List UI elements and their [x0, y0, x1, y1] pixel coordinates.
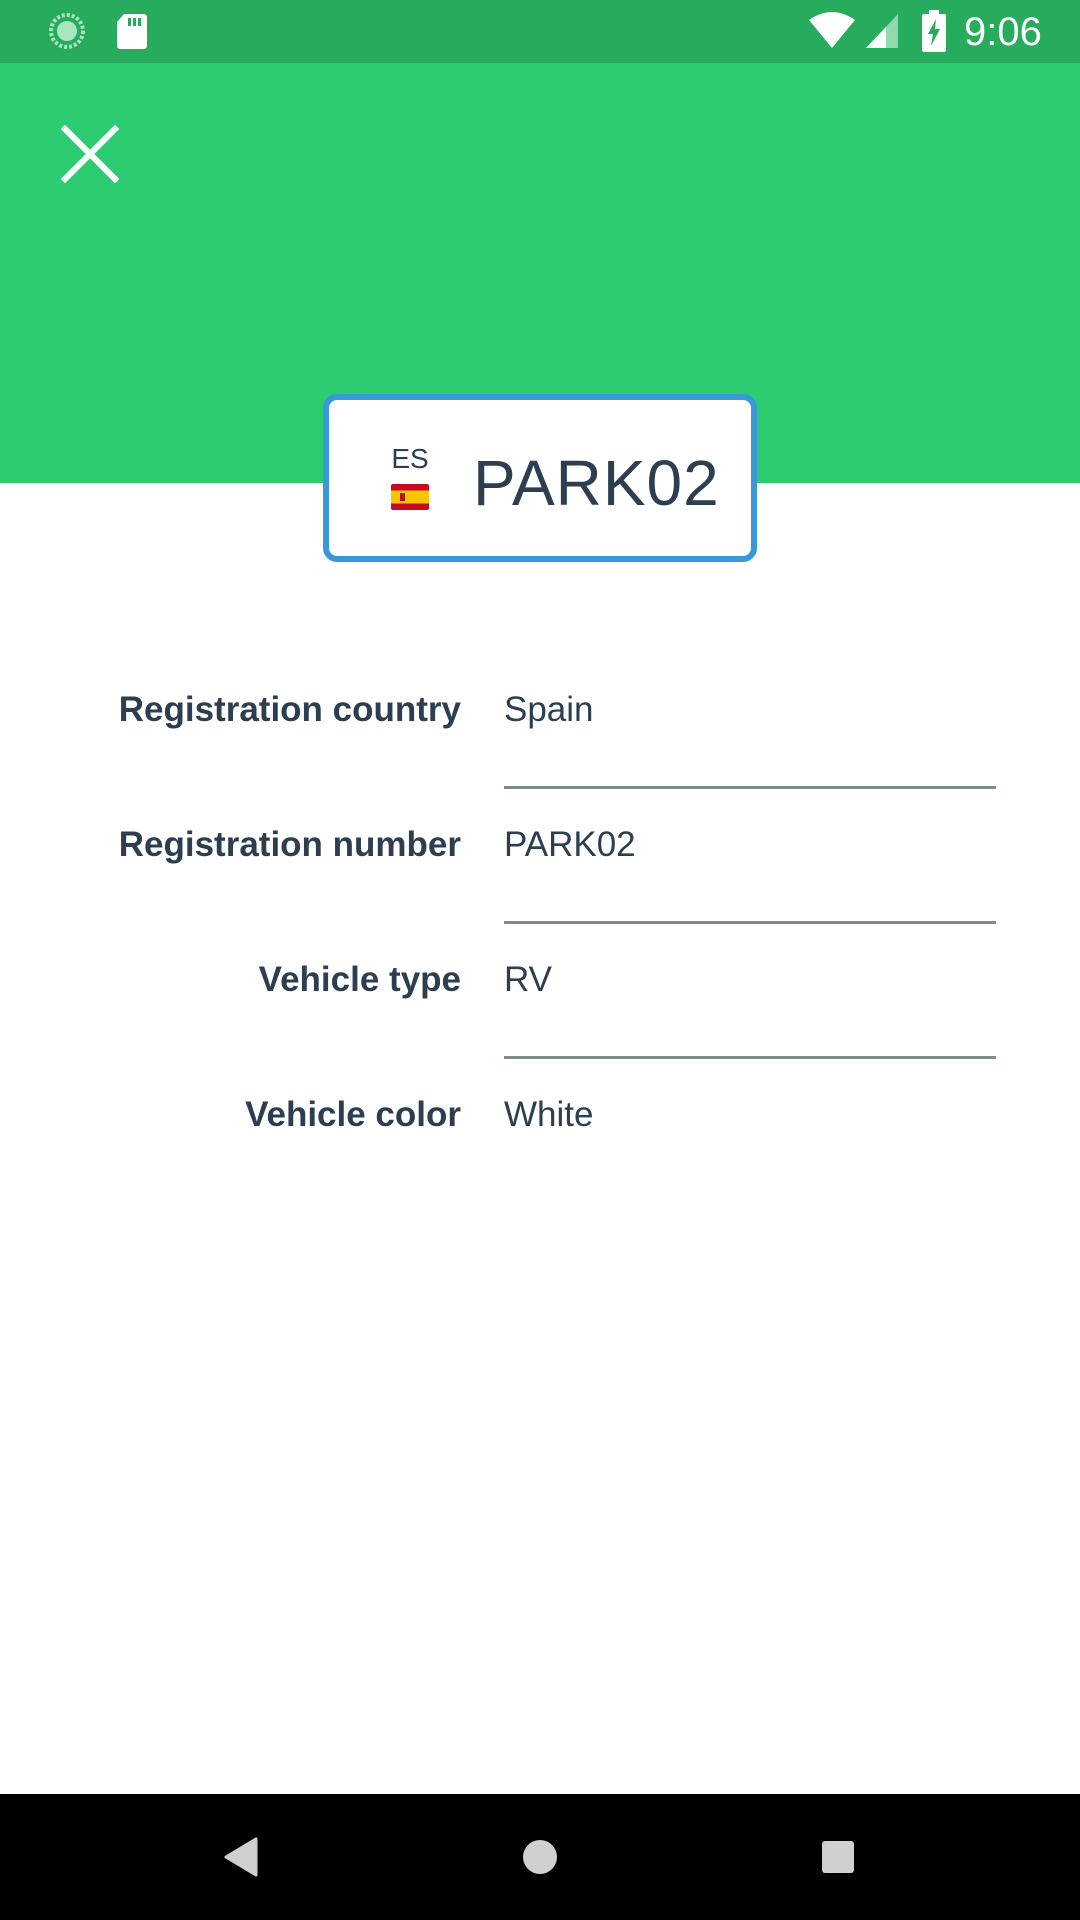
- close-icon: [61, 125, 119, 183]
- form-row-vehicle-type[interactable]: Vehicle type RV: [0, 948, 1080, 1083]
- registration-number-value[interactable]: PARK02: [504, 813, 636, 877]
- navigation-bar: [0, 1794, 1080, 1920]
- registration-number-label: Registration number: [118, 825, 461, 864]
- status-time: 9:06: [964, 10, 1042, 54]
- vehicle-color-label: Vehicle color: [245, 1095, 461, 1134]
- battery-charging-icon: [922, 10, 946, 52]
- back-icon[interactable]: [212, 1827, 272, 1887]
- vehicle-type-label: Vehicle type: [258, 960, 461, 999]
- field-divider: [504, 786, 996, 789]
- plate-number: PARK02: [473, 447, 720, 519]
- license-plate-card: ES PARK02: [323, 394, 757, 562]
- status-bar: 9:06: [0, 0, 1080, 63]
- recents-icon[interactable]: [808, 1827, 868, 1887]
- field-divider: [504, 1056, 996, 1059]
- field-divider: [504, 921, 996, 924]
- form-row-registration-country[interactable]: Registration country Spain: [0, 678, 1080, 813]
- plate-country-code: ES: [391, 443, 429, 474]
- form-row-vehicle-color[interactable]: Vehicle color White: [0, 1083, 1080, 1218]
- sync-icon: [49, 13, 85, 49]
- registration-country-label: Registration country: [118, 690, 461, 729]
- vehicle-type-value[interactable]: RV: [504, 948, 552, 1012]
- vehicle-details-screen: 9:06 ES PARK02 Registration country Spai…: [0, 0, 1080, 1920]
- wifi-icon: [809, 12, 855, 48]
- form-row-registration-number[interactable]: Registration number PARK02: [0, 813, 1080, 948]
- spain-flag-icon: [391, 484, 429, 510]
- registration-country-value[interactable]: Spain: [504, 678, 594, 742]
- signal-icon: [866, 14, 898, 48]
- sd-card-icon: [117, 14, 147, 49]
- vehicle-color-value[interactable]: White: [504, 1083, 593, 1147]
- home-icon[interactable]: [510, 1827, 570, 1887]
- close-button[interactable]: [48, 112, 132, 196]
